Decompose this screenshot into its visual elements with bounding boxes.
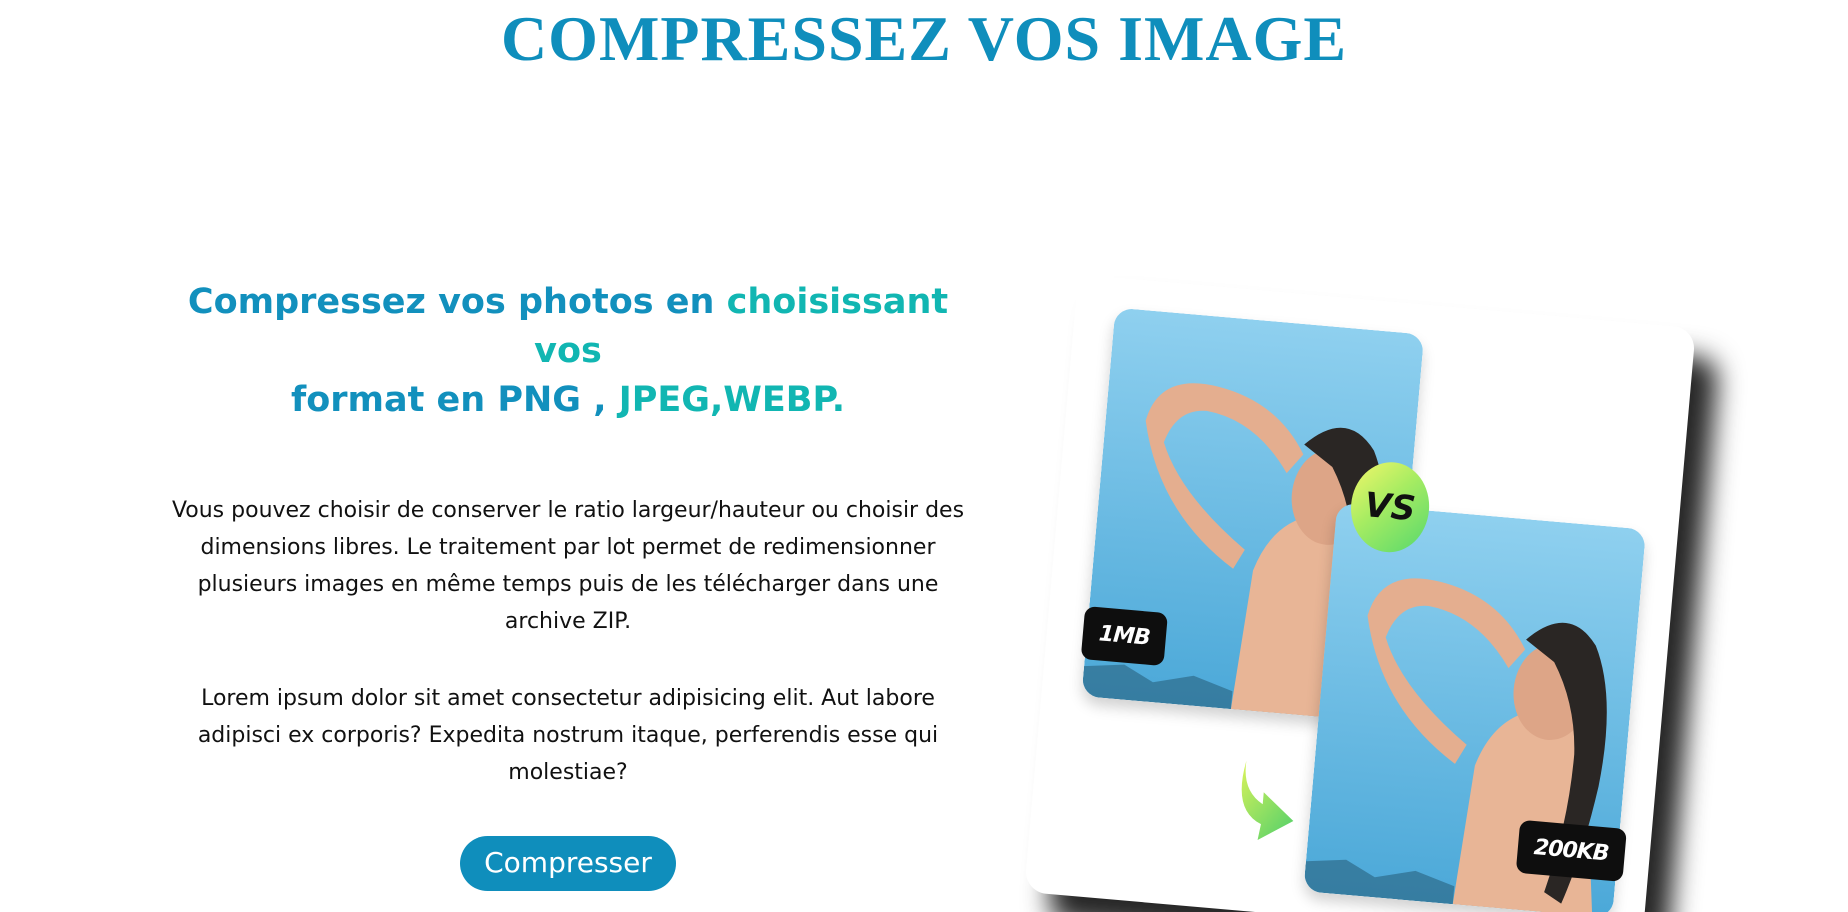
original-size-badge: 1MB bbox=[1080, 606, 1168, 667]
description-paragraph: Vous pouvez choisir de conserver le rati… bbox=[171, 498, 965, 634]
compress-button[interactable]: Compresser bbox=[460, 836, 676, 891]
compressed-size-badge: 200KB bbox=[1515, 819, 1627, 882]
heading-text-3: format en PNG , bbox=[290, 380, 619, 420]
section-heading: Compressez vos photos en choisissant vos… bbox=[168, 278, 968, 425]
lorem-paragraph: Lorem ipsum dolor sit amet consectetur a… bbox=[197, 686, 939, 785]
intro-section: Compressez vos photos en choisissant vos… bbox=[168, 278, 968, 891]
heading-text-4: JPEG,WEBP. bbox=[618, 380, 846, 420]
comparison-illustration: 1MB 200KB VS bbox=[1024, 274, 1696, 912]
page-title: COMPRESSEZ VOS IMAGE bbox=[500, 3, 1348, 74]
page: COMPRESSEZ VOS IMAGE Compressez vos phot… bbox=[0, 0, 1848, 912]
heading-text-1: Compressez vos photos en bbox=[187, 282, 727, 322]
arrow-icon bbox=[1241, 760, 1294, 840]
